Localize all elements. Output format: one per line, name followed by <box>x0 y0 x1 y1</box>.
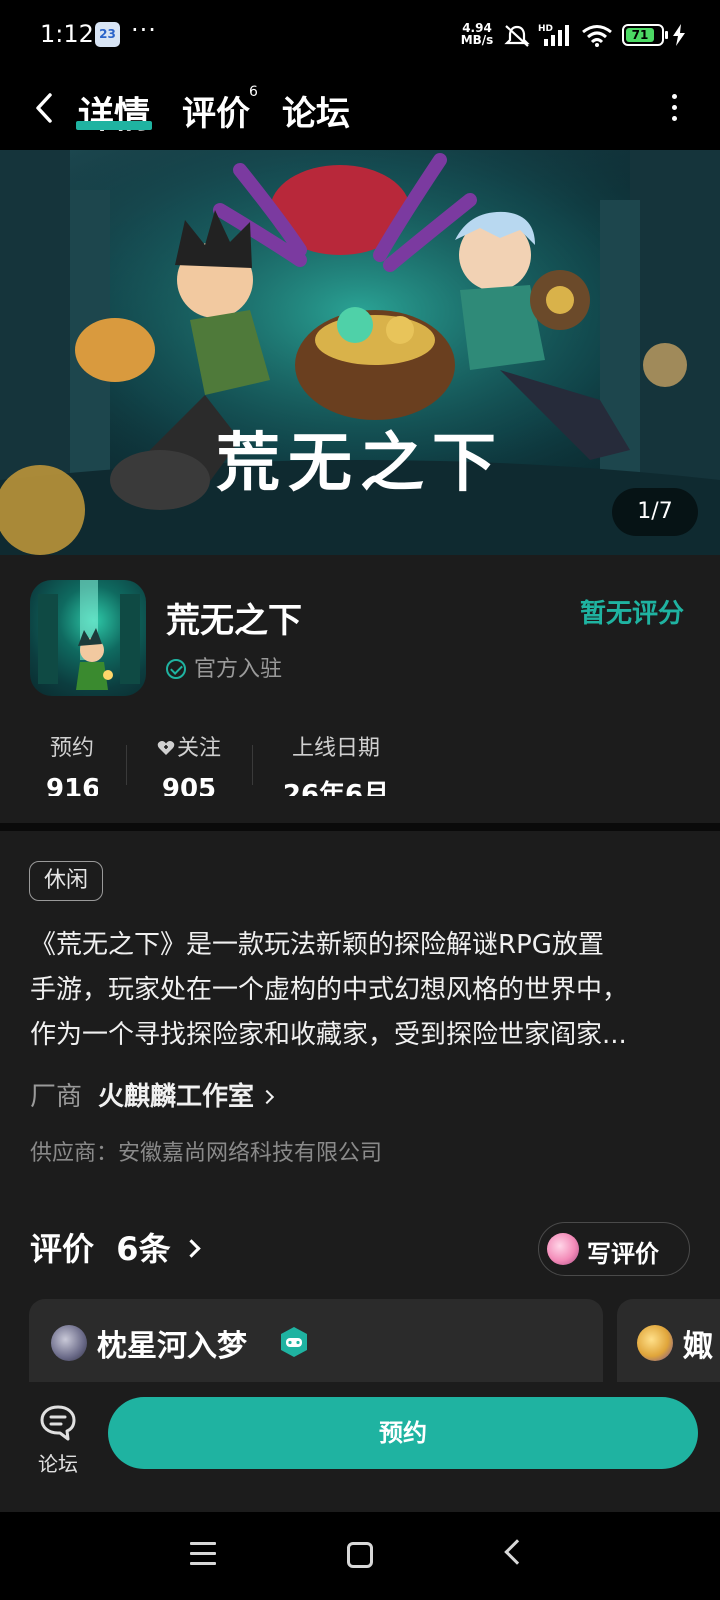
verified-check-icon <box>166 659 186 679</box>
home-icon[interactable] <box>347 1542 373 1568</box>
stat-divider <box>126 745 127 785</box>
system-navigation-bar <box>0 1512 720 1600</box>
reviewer-avatar <box>637 1325 673 1361</box>
calendar-icon: 23 <box>95 22 120 47</box>
stat-followers: 关注 905 <box>152 730 226 796</box>
charging-icon <box>673 24 685 46</box>
tab-forum[interactable]: 论坛 <box>282 86 350 135</box>
network-speed: 4.94 MB/s <box>460 21 494 47</box>
chevron-right-icon <box>181 1239 201 1258</box>
reviewer-name: 枕星河入梦 <box>97 1329 247 1364</box>
gamepad-badge-icon <box>281 1327 307 1357</box>
signal-icon: HD <box>538 24 569 46</box>
mute-icon <box>504 25 530 47</box>
stat-release-date: 上线日期 26年6月 <box>282 736 390 796</box>
app-icon <box>30 580 146 696</box>
reviewer-name: 娵 <box>683 1329 713 1364</box>
game-description[interactable]: 《荒无之下》是一款玩法新颖的探险解谜RPG放置 手游，玩家处在一个虚构的中式幻想… <box>30 923 700 1058</box>
more-notifications-icon: ··· <box>131 16 157 44</box>
reserve-button[interactable]: 预约 <box>108 1397 698 1469</box>
supplier-info: 供应商：安徽嘉尚网络科技有限公司 <box>30 1141 383 1166</box>
status-bar: 1:12 23 ··· 4.94 MB/s HD 71 <box>0 0 720 72</box>
developer-link[interactable]: 厂商 火麒麟工作室 <box>30 1076 275 1113</box>
stat-reservations: 预约 916 <box>46 736 98 796</box>
carousel-page-indicator: 1/7 <box>612 488 698 536</box>
top-navigation: 详情 评价 6 论坛 <box>0 72 720 150</box>
user-avatar <box>547 1233 579 1265</box>
tab-reviews[interactable]: 评价 <box>182 86 250 135</box>
official-badge: 官方入驻 <box>166 651 282 683</box>
tab-details[interactable]: 详情 <box>78 86 150 138</box>
system-back-icon[interactable] <box>504 1539 530 1565</box>
heart-icon <box>157 741 175 755</box>
status-time: 1:12 <box>40 20 94 48</box>
stat-divider <box>252 745 253 785</box>
section-divider <box>0 823 720 831</box>
wifi-icon <box>582 25 612 47</box>
svg-text:HD: HD <box>538 24 553 34</box>
write-review-button[interactable]: 写评价 <box>538 1222 690 1276</box>
active-tab-indicator <box>76 121 152 130</box>
reviewer-avatar <box>51 1325 87 1361</box>
recent-apps-icon[interactable] <box>190 1542 216 1572</box>
app-name: 荒无之下 <box>166 601 302 641</box>
reviews-header[interactable]: 评价 6条 <box>30 1224 201 1270</box>
genre-tag[interactable]: 休闲 <box>29 861 104 901</box>
back-icon[interactable] <box>30 90 60 126</box>
app-summary: 荒无之下 官方入驻 暂无评分 预约 916 关注 905 上线日期 26年6月 <box>0 555 720 823</box>
bottom-action-bar: 论坛 预约 <box>0 1382 720 1512</box>
more-options-icon[interactable] <box>672 94 678 124</box>
forum-button[interactable]: 论坛 <box>30 1404 86 1476</box>
details-section: 休闲 《荒无之下》是一款玩法新颖的探险解谜RPG放置 手游，玩家处在一个虚构的中… <box>0 831 720 1399</box>
screenshot-carousel[interactable]: 荒无之下 1/7 <box>0 150 720 555</box>
forum-icon <box>40 1405 76 1441</box>
game-logo: 荒无之下 <box>216 427 504 501</box>
review-count-badge: 6 <box>249 84 258 100</box>
chevron-right-icon <box>259 1089 275 1105</box>
game-key-art: 荒无之下 <box>0 150 720 555</box>
rating-status: 暂无评分 <box>580 599 685 629</box>
battery-icon: 71 <box>622 24 668 46</box>
app-icon-art <box>38 580 140 690</box>
